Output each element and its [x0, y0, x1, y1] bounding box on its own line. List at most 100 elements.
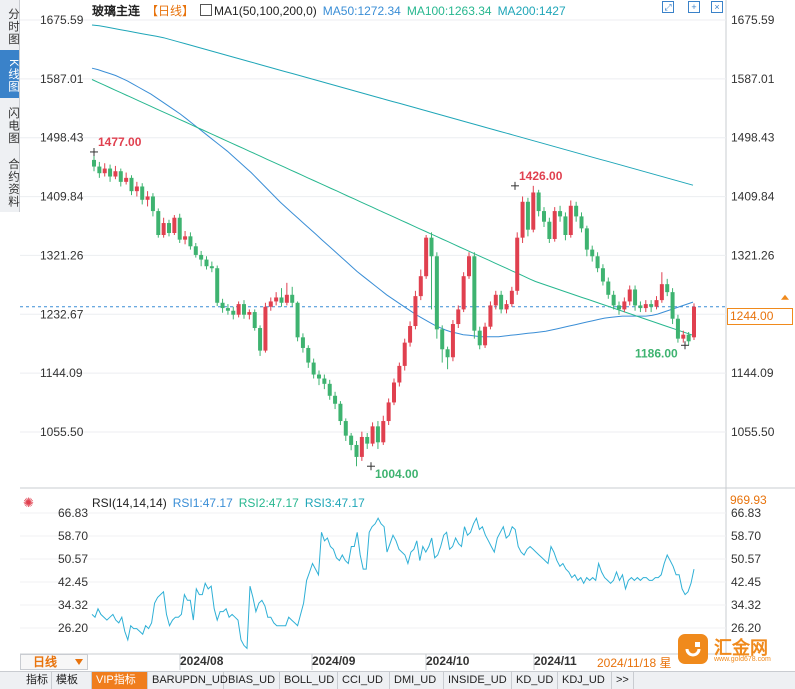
- candle-body: [311, 362, 316, 375]
- ma50-value: MA50:1272.34: [322, 4, 401, 18]
- candle-body: [461, 276, 466, 310]
- rsi-tick-label-right: 42.45: [731, 575, 761, 589]
- candle-body: [225, 308, 230, 311]
- candle: [418, 269, 423, 301]
- logo-mark-icon: [678, 634, 708, 664]
- period-selector-label: 日线: [33, 655, 58, 669]
- candle: [649, 300, 654, 313]
- y-tick-label-right: 1675.59: [731, 13, 775, 27]
- candle-body: [343, 421, 348, 436]
- toolbar-tab[interactable]: >>: [612, 672, 634, 689]
- candle-body: [268, 301, 273, 307]
- candle: [670, 288, 675, 325]
- add-icon[interactable]: +: [688, 1, 700, 13]
- toolbar-tab[interactable]: 模板: [52, 672, 92, 689]
- candle-body: [402, 342, 407, 366]
- candle-body: [161, 223, 166, 235]
- candle: [617, 301, 621, 315]
- ma200-value: MA200:1427: [497, 4, 566, 18]
- close-icon[interactable]: ×: [711, 1, 723, 13]
- candle: [638, 301, 643, 313]
- candle-body: [97, 166, 102, 174]
- candle: [402, 338, 407, 371]
- toolbar-tab[interactable]: 指标: [22, 672, 52, 689]
- candle: [499, 290, 504, 314]
- toolbar-tab[interactable]: BARUPDN_UD: [148, 672, 228, 689]
- candle-body: [531, 192, 536, 230]
- toolbar-tab[interactable]: DMI_UD: [390, 672, 444, 689]
- candle-body: [359, 436, 364, 457]
- candle-body: [220, 302, 225, 309]
- candle: [643, 300, 648, 313]
- candle-body: [333, 395, 338, 404]
- x-tick-label: 2024/10: [426, 654, 470, 668]
- candle-body: [354, 444, 359, 457]
- rsi-settings-label[interactable]: RSI(14,14,14): [92, 496, 167, 510]
- ma-settings-label[interactable]: MA1(50,100,200,0): [214, 4, 317, 18]
- candle: [199, 250, 204, 267]
- toolbar-tab[interactable]: KDJ_UD: [558, 672, 612, 689]
- candle-body: [183, 236, 188, 240]
- candle-body: [413, 296, 418, 327]
- candle: [220, 298, 225, 313]
- rsi-tick-label-right: 66.83: [731, 506, 761, 520]
- kline-chart[interactable]: 1675.59 1675.59 1587.01 1587.01 1498.43 1498.…: [0, 0, 795, 671]
- candle-body: [102, 168, 107, 174]
- y-tick-label-left: 1587.01: [40, 72, 84, 86]
- ma-settings-icon[interactable]: [200, 4, 213, 16]
- annotation-label: 1426.00: [519, 169, 563, 183]
- candle-body: [499, 294, 504, 310]
- candle: [552, 207, 557, 242]
- candle: [477, 326, 482, 350]
- candle: [509, 286, 514, 307]
- candle: [188, 232, 193, 250]
- candle: [525, 197, 530, 237]
- candle: [108, 164, 113, 182]
- toolbar-tab[interactable]: KD_UD: [512, 672, 558, 689]
- y-tick-label-right: 1055.50: [731, 425, 775, 439]
- candle-body: [129, 177, 134, 192]
- candle-body: [542, 211, 546, 222]
- period-selector[interactable]: 日线: [20, 654, 88, 670]
- toolbar-tab[interactable]: INSIDE_UD: [444, 672, 512, 689]
- rsi-settings-icon[interactable]: ✺: [23, 495, 34, 511]
- annotation-label: 1004.00: [375, 467, 419, 481]
- candle-body: [504, 304, 509, 310]
- candle-body: [563, 216, 568, 235]
- candle-body: [590, 249, 595, 257]
- x-tick-label: 2024/11: [534, 654, 577, 668]
- candle-body: [252, 312, 257, 329]
- candle: [258, 325, 263, 356]
- candle-body: [140, 186, 145, 200]
- toolbar-tab[interactable]: VIP指标: [92, 672, 148, 689]
- y-tick-label-left: 1498.43: [40, 131, 84, 145]
- candle-body: [231, 310, 236, 315]
- toolbar-tab[interactable]: BOLL_UD: [280, 672, 338, 689]
- candle: [536, 189, 541, 217]
- candle: [627, 285, 632, 306]
- toolbar-tab[interactable]: CCI_UD: [338, 672, 390, 689]
- candle-body: [617, 305, 621, 310]
- candle-body: [643, 304, 648, 309]
- candle-body: [124, 177, 129, 182]
- candle: [375, 421, 380, 449]
- toolbar-tab[interactable]: BIAS_UD: [224, 672, 280, 689]
- candle-body: [483, 326, 488, 346]
- candle-body: [150, 196, 155, 212]
- expand-icon[interactable]: ⤢: [662, 1, 674, 13]
- candle: [600, 264, 605, 286]
- candle-body: [338, 403, 343, 422]
- annotation-label: 1186.00: [635, 346, 678, 360]
- candle-body: [172, 217, 177, 234]
- candle: [456, 305, 461, 329]
- candle-body: [199, 254, 204, 260]
- candle: [488, 301, 493, 330]
- rsi-tick-label-left: 50.57: [58, 552, 88, 566]
- logo-url: www.gold678.com: [714, 656, 771, 663]
- candle: [172, 215, 177, 235]
- candle: [467, 252, 471, 279]
- candle: [450, 320, 455, 362]
- candle: [563, 212, 568, 241]
- candle-body: [177, 217, 182, 240]
- candle-body: [434, 256, 439, 330]
